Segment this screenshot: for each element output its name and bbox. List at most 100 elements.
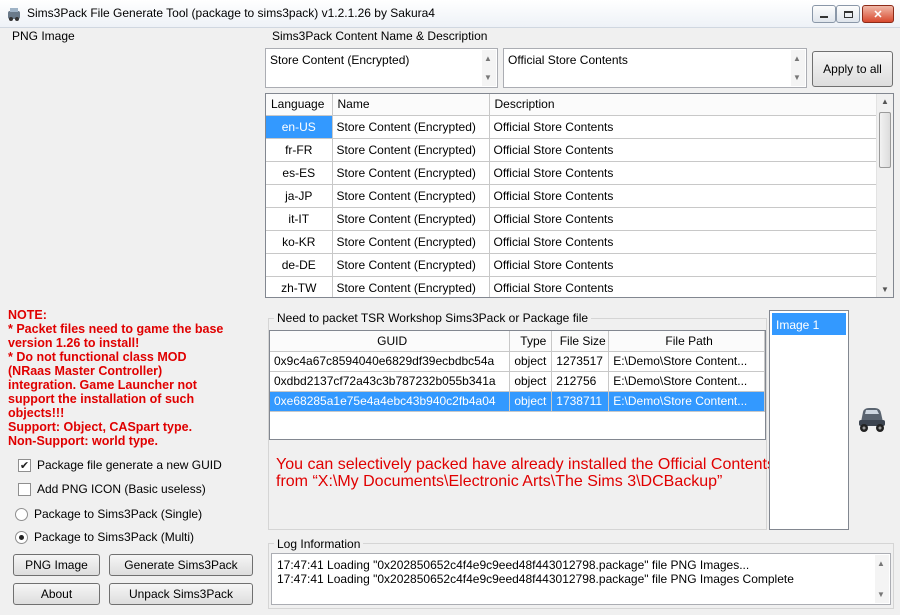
guid-cell[interactable]: 0xe68285a1e75e4a4ebc43b940c2fb4a04 (270, 391, 511, 412)
name-cell[interactable]: Store Content (Encrypted) (332, 276, 490, 297)
log-scrollbar[interactable]: ▲ ▼ (875, 555, 889, 603)
type-cell[interactable]: object (509, 391, 553, 412)
language-cell[interactable]: en-US (266, 115, 333, 139)
close-icon: ✕ (873, 8, 883, 21)
table-row[interactable]: ja-JP Store Content (Encrypted) Official S… (266, 184, 879, 208)
language-grid-scrollbar[interactable]: ▲ ▼ (876, 94, 893, 297)
table-row[interactable]: fr-FR Store Content (Encrypted) Official S… (266, 138, 879, 162)
description-cell[interactable]: Official Store Contents (489, 138, 879, 162)
name-cell[interactable]: Store Content (Encrypted) (332, 230, 490, 254)
size-cell[interactable]: 212756 (551, 371, 610, 392)
size-cell[interactable]: 1738711 (551, 391, 610, 412)
apply-to-all-button[interactable]: Apply to all (812, 51, 893, 87)
image-list: Image 1 (769, 310, 849, 530)
png-image-button[interactable]: PNG Image (13, 554, 100, 576)
table-row[interactable]: 0xdbd2137cf72a43c3b787232b055b341a object… (270, 371, 765, 392)
description-cell[interactable]: Official Store Contents (489, 207, 879, 231)
scroll-down-icon[interactable]: ▼ (881, 285, 889, 294)
multi-radio[interactable] (15, 531, 28, 544)
table-row[interactable]: it-IT Store Content (Encrypted) Official S… (266, 207, 879, 231)
column-file-path[interactable]: File Path (608, 331, 765, 352)
table-row[interactable]: ko-KR Store Content (Encrypted) Official S… (266, 230, 879, 254)
scroll-up-icon[interactable]: ▲ (793, 54, 801, 63)
scroll-thumb[interactable] (879, 112, 891, 168)
about-button[interactable]: About (13, 583, 100, 605)
column-guid[interactable]: GUID (270, 331, 511, 352)
name-cell[interactable]: Store Content (Encrypted) (332, 161, 490, 185)
table-row[interactable]: de-DE Store Content (Encrypted) Official S… (266, 253, 879, 277)
type-cell[interactable]: object (509, 371, 553, 392)
description-cell[interactable]: Official Store Contents (489, 184, 879, 208)
size-cell[interactable]: 1273517 (551, 351, 610, 372)
minimize-button[interactable] (812, 5, 836, 23)
name-cell[interactable]: Store Content (Encrypted) (332, 115, 490, 139)
description-cell[interactable]: Official Store Contents (489, 161, 879, 185)
maximize-button[interactable] (836, 5, 860, 23)
name-cell[interactable]: Store Content (Encrypted) (332, 253, 490, 277)
note-line: * Packet files need to game the base (8, 322, 224, 336)
scroll-down-icon[interactable]: ▼ (484, 73, 492, 82)
column-file-size[interactable]: File Size (551, 331, 610, 352)
table-row[interactable]: es-ES Store Content (Encrypted) Official S… (266, 161, 879, 185)
add-png-icon-label[interactable]: Add PNG ICON (Basic useless) (37, 482, 206, 496)
column-name[interactable]: Name (332, 94, 490, 116)
close-button[interactable]: ✕ (862, 5, 894, 23)
name-cell[interactable]: Store Content (Encrypted) (332, 184, 490, 208)
language-cell[interactable]: it-IT (266, 207, 333, 231)
png-image-label: PNG Image (12, 29, 75, 43)
name-cell[interactable]: Store Content (Encrypted) (332, 138, 490, 162)
single-radio-label[interactable]: Package to Sims3Pack (Single) (34, 507, 202, 521)
language-cell[interactable]: es-ES (266, 161, 333, 185)
note-line: NOTE: (8, 308, 47, 322)
language-cell[interactable]: fr-FR (266, 138, 333, 162)
scroll-up-icon[interactable]: ▲ (877, 559, 885, 568)
content-name-field[interactable]: Store Content (Encrypted) ▲ ▼ (265, 48, 498, 88)
multi-radio-label[interactable]: Package to Sims3Pack (Multi) (34, 530, 194, 544)
table-row[interactable]: 0x9c4a67c8594040e6829df39ecbdbc54a object… (270, 351, 765, 372)
description-cell[interactable]: Official Store Contents (489, 276, 879, 297)
table-row[interactable]: zh-TW Store Content (Encrypted) Official S… (266, 276, 879, 297)
table-row[interactable]: 0xe68285a1e75e4a4ebc43b940c2fb4a04 object… (270, 391, 765, 412)
scroll-down-icon[interactable]: ▼ (877, 590, 885, 599)
content-description-scrollbar[interactable]: ▲ ▼ (791, 50, 805, 86)
minimize-icon (820, 15, 828, 18)
image-list-item[interactable]: Image 1 (772, 313, 846, 335)
window-title: Sims3Pack File Generate Tool (package to… (27, 6, 435, 20)
description-cell[interactable]: Official Store Contents (489, 115, 879, 139)
add-png-icon-checkbox[interactable] (18, 483, 31, 496)
new-guid-label[interactable]: Package file generate a new GUID (37, 458, 222, 472)
language-cell[interactable]: ko-KR (266, 230, 333, 254)
language-cell[interactable]: zh-TW (266, 276, 333, 297)
column-description[interactable]: Description (489, 94, 879, 116)
description-cell[interactable]: Official Store Contents (489, 230, 879, 254)
log-textbox[interactable]: 17:47:41 Loading "0x202850652c4f4e9c9eed… (271, 553, 891, 605)
generate-sims3pack-button[interactable]: Generate Sims3Pack (109, 554, 253, 576)
path-cell[interactable]: E:\Demo\Store Content... (608, 391, 765, 412)
app-icon (8, 8, 20, 21)
new-guid-checkbox[interactable]: ✔ (18, 459, 31, 472)
scroll-down-icon[interactable]: ▼ (793, 73, 801, 82)
type-cell[interactable]: object (509, 351, 553, 372)
unpack-sims3pack-button[interactable]: Unpack Sims3Pack (109, 583, 253, 605)
language-cell[interactable]: ja-JP (266, 184, 333, 208)
single-radio[interactable] (15, 508, 28, 521)
name-cell[interactable]: Store Content (Encrypted) (332, 207, 490, 231)
scroll-up-icon[interactable]: ▲ (484, 54, 492, 63)
description-cell[interactable]: Official Store Contents (489, 253, 879, 277)
png-image-preview (5, 44, 260, 300)
guid-cell[interactable]: 0xdbd2137cf72a43c3b787232b055b341a (270, 371, 511, 392)
content-name-value: Store Content (Encrypted) (270, 53, 410, 67)
content-description-field[interactable]: Official Store Contents ▲ ▼ (503, 48, 807, 88)
column-language[interactable]: Language (266, 94, 333, 116)
content-name-scrollbar[interactable]: ▲ ▼ (482, 50, 496, 86)
column-type[interactable]: Type (509, 331, 553, 352)
path-cell[interactable]: E:\Demo\Store Content... (608, 351, 765, 372)
guid-cell[interactable]: 0x9c4a67c8594040e6829df39ecbdbc54a (270, 351, 511, 372)
language-cell[interactable]: de-DE (266, 253, 333, 277)
scroll-up-icon[interactable]: ▲ (881, 97, 889, 106)
note-line: support the installation of such (8, 392, 195, 406)
note-line: Non-Support: world type. (8, 434, 158, 448)
table-row[interactable]: en-US Store Content (Encrypted) Official S… (266, 115, 879, 139)
note-line: integration. Game Launcher not (8, 378, 197, 392)
path-cell[interactable]: E:\Demo\Store Content... (608, 371, 765, 392)
